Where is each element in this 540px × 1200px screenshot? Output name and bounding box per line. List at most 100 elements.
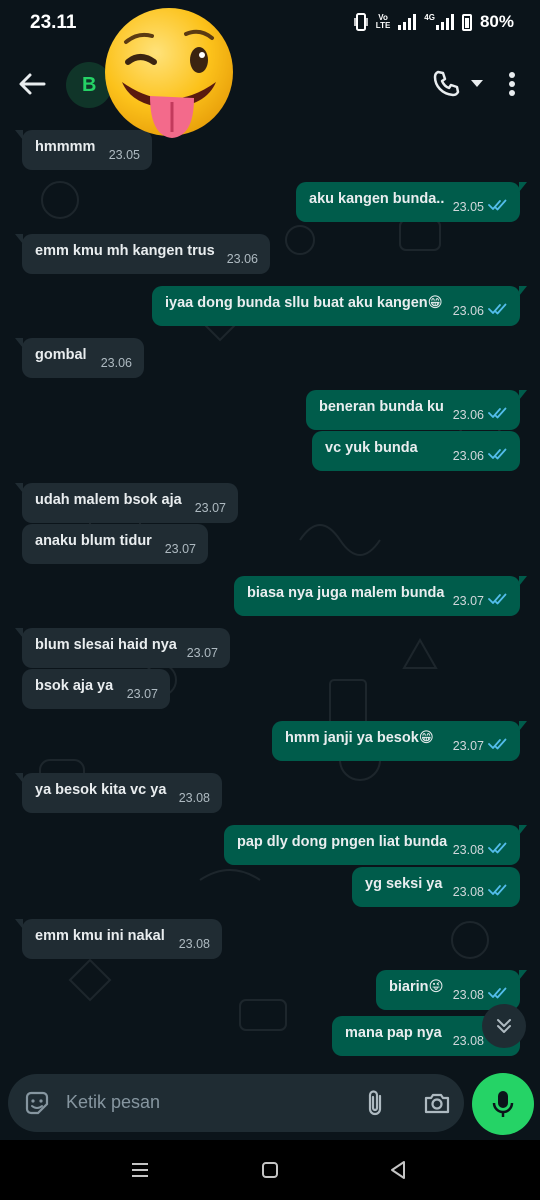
- message-meta: 23.07: [165, 542, 196, 556]
- message-time: 23.08: [178, 937, 210, 951]
- incoming-message[interactable]: emm kmu mh kangen trus 23.06: [15, 234, 270, 274]
- network-type-label: 4G: [424, 13, 435, 22]
- status-time: 23.11: [30, 12, 77, 33]
- message-text: biasa nya juga malem bunda: [247, 585, 445, 601]
- chat-header: B k: [0, 48, 540, 120]
- attach-icon[interactable]: [362, 1088, 390, 1118]
- read-receipt-icon: [488, 199, 508, 214]
- chat-area[interactable]: hmmmm 23.05 aku kangen bunda.. 23.05 emm kmu…: [0, 120, 540, 1068]
- message-meta: 23.07: [195, 501, 226, 515]
- message-text: pap dly dong pngen liat bunda: [237, 834, 448, 850]
- message-meta: 23.06: [101, 356, 132, 370]
- message-time: 23.05: [108, 148, 140, 162]
- status-icons: Vo LTE 4G 80%: [354, 12, 514, 32]
- message-text: bsok aja ya: [35, 678, 114, 694]
- message-time: 23.08: [452, 884, 484, 899]
- message-time: 23.08: [452, 842, 484, 857]
- mic-icon: [492, 1091, 514, 1117]
- message-text: emm kmu mh kangen trus: [35, 243, 215, 259]
- message-time: 23.08: [178, 791, 210, 805]
- outgoing-message[interactable]: vc yuk bunda 23.06: [312, 431, 520, 471]
- message-meta: 23.07: [453, 593, 508, 608]
- message-time: 23.06: [452, 448, 484, 463]
- message-meta: 23.06: [453, 448, 508, 463]
- message-meta: 23.05: [109, 148, 140, 162]
- more-vert-icon[interactable]: [500, 68, 524, 100]
- sticker-icon[interactable]: [22, 1088, 52, 1118]
- read-receipt-icon: [488, 593, 508, 608]
- message-time: 23.07: [452, 738, 484, 753]
- outgoing-message[interactable]: beneran bunda ku 23.06: [306, 390, 527, 430]
- message-meta: 23.07: [127, 687, 158, 701]
- phone-icon[interactable]: [430, 68, 462, 100]
- message-time: 23.06: [226, 252, 258, 266]
- outgoing-message[interactable]: yg seksi ya 23.08: [352, 867, 520, 907]
- message-text: emm kmu ini nakal: [35, 928, 165, 944]
- vibrate-icon: [354, 13, 368, 31]
- message-text: hmmmm: [35, 139, 96, 155]
- message-time: 23.06: [452, 303, 484, 318]
- message-time: 23.08: [452, 987, 484, 1002]
- signal-4g-icon: [435, 14, 454, 30]
- read-receipt-icon: [488, 407, 508, 422]
- avatar-initial: B: [82, 73, 97, 96]
- incoming-message[interactable]: bsok aja ya 23.07: [22, 669, 170, 709]
- incoming-message[interactable]: udah malem bsok aja 23.07: [15, 483, 238, 523]
- read-receipt-icon: [488, 884, 508, 899]
- message-time: 23.08: [452, 1033, 484, 1048]
- message-text: biarin😜: [389, 979, 444, 995]
- back-arrow-icon[interactable]: [16, 68, 48, 100]
- incoming-message[interactable]: gombal 23.06: [15, 338, 144, 378]
- back-icon[interactable]: [386, 1158, 410, 1182]
- outgoing-message[interactable]: hmm janji ya besok😁 23.07: [272, 721, 527, 761]
- mic-button[interactable]: [472, 1073, 534, 1135]
- message-time: 23.07: [186, 646, 218, 660]
- message-meta: 23.08: [453, 987, 508, 1002]
- message-time: 23.06: [100, 356, 132, 370]
- incoming-message[interactable]: anaku blum tidur 23.07: [22, 524, 208, 564]
- incoming-message[interactable]: ya besok kita vc ya 23.08: [15, 773, 222, 813]
- message-text: iyaa dong bunda sllu buat aku kangen😁: [165, 295, 443, 311]
- message-placeholder: Ketik pesan: [66, 1092, 161, 1112]
- incoming-message[interactable]: emm kmu ini nakal 23.08: [15, 919, 222, 959]
- scroll-down-button[interactable]: [482, 1004, 526, 1048]
- outgoing-message[interactable]: biasa nya juga malem bunda 23.07: [234, 576, 527, 616]
- message-meta: 23.06: [227, 252, 258, 266]
- message-text: gombal: [35, 347, 87, 363]
- home-icon[interactable]: [258, 1158, 282, 1182]
- read-receipt-icon: [488, 448, 508, 463]
- message-text: vc yuk bunda: [325, 440, 418, 456]
- message-meta: 23.08: [453, 884, 508, 899]
- message-text: mana pap nya: [345, 1025, 442, 1041]
- message-text: blum slesai haid nya: [35, 637, 177, 653]
- outgoing-message[interactable]: pap dly dong pngen liat bunda 23.08: [224, 825, 527, 865]
- camera-icon[interactable]: [422, 1088, 452, 1118]
- outgoing-message[interactable]: aku kangen bunda.. 23.05: [296, 182, 527, 222]
- message-meta: 23.07: [453, 738, 508, 753]
- message-meta: 23.08: [179, 791, 210, 805]
- signal-icon: [398, 14, 417, 30]
- message-text: yg seksi ya: [365, 876, 443, 892]
- message-text: hmm janji ya besok😁: [285, 730, 434, 746]
- read-receipt-icon: [488, 987, 508, 1002]
- lte-label: LTE: [375, 21, 391, 30]
- message-time: 23.07: [126, 687, 158, 701]
- message-meta: 23.05: [453, 199, 508, 214]
- wink-tongue-emoji: [105, 8, 233, 138]
- message-text: beneran bunda ku: [319, 399, 444, 415]
- outgoing-message[interactable]: iyaa dong bunda sllu buat aku kangen😁 23.…: [152, 286, 527, 326]
- recent-apps-icon[interactable]: [128, 1158, 152, 1182]
- message-text: aku kangen bunda..: [309, 191, 445, 207]
- battery-percent: 80%: [479, 12, 514, 31]
- message-time: 23.07: [194, 501, 226, 515]
- message-meta: 23.06: [453, 303, 508, 318]
- message-time: 23.06: [452, 407, 484, 422]
- incoming-message[interactable]: blum slesai haid nya 23.07: [15, 628, 230, 668]
- chevron-down-icon[interactable]: [470, 78, 484, 88]
- message-text: anaku blum tidur: [35, 533, 152, 549]
- read-receipt-icon: [488, 842, 508, 857]
- message-input[interactable]: Ketik pesan: [8, 1074, 464, 1132]
- composer: Ketik pesan: [0, 1068, 540, 1140]
- battery-icon: [461, 13, 472, 31]
- message-meta: 23.07: [187, 646, 218, 660]
